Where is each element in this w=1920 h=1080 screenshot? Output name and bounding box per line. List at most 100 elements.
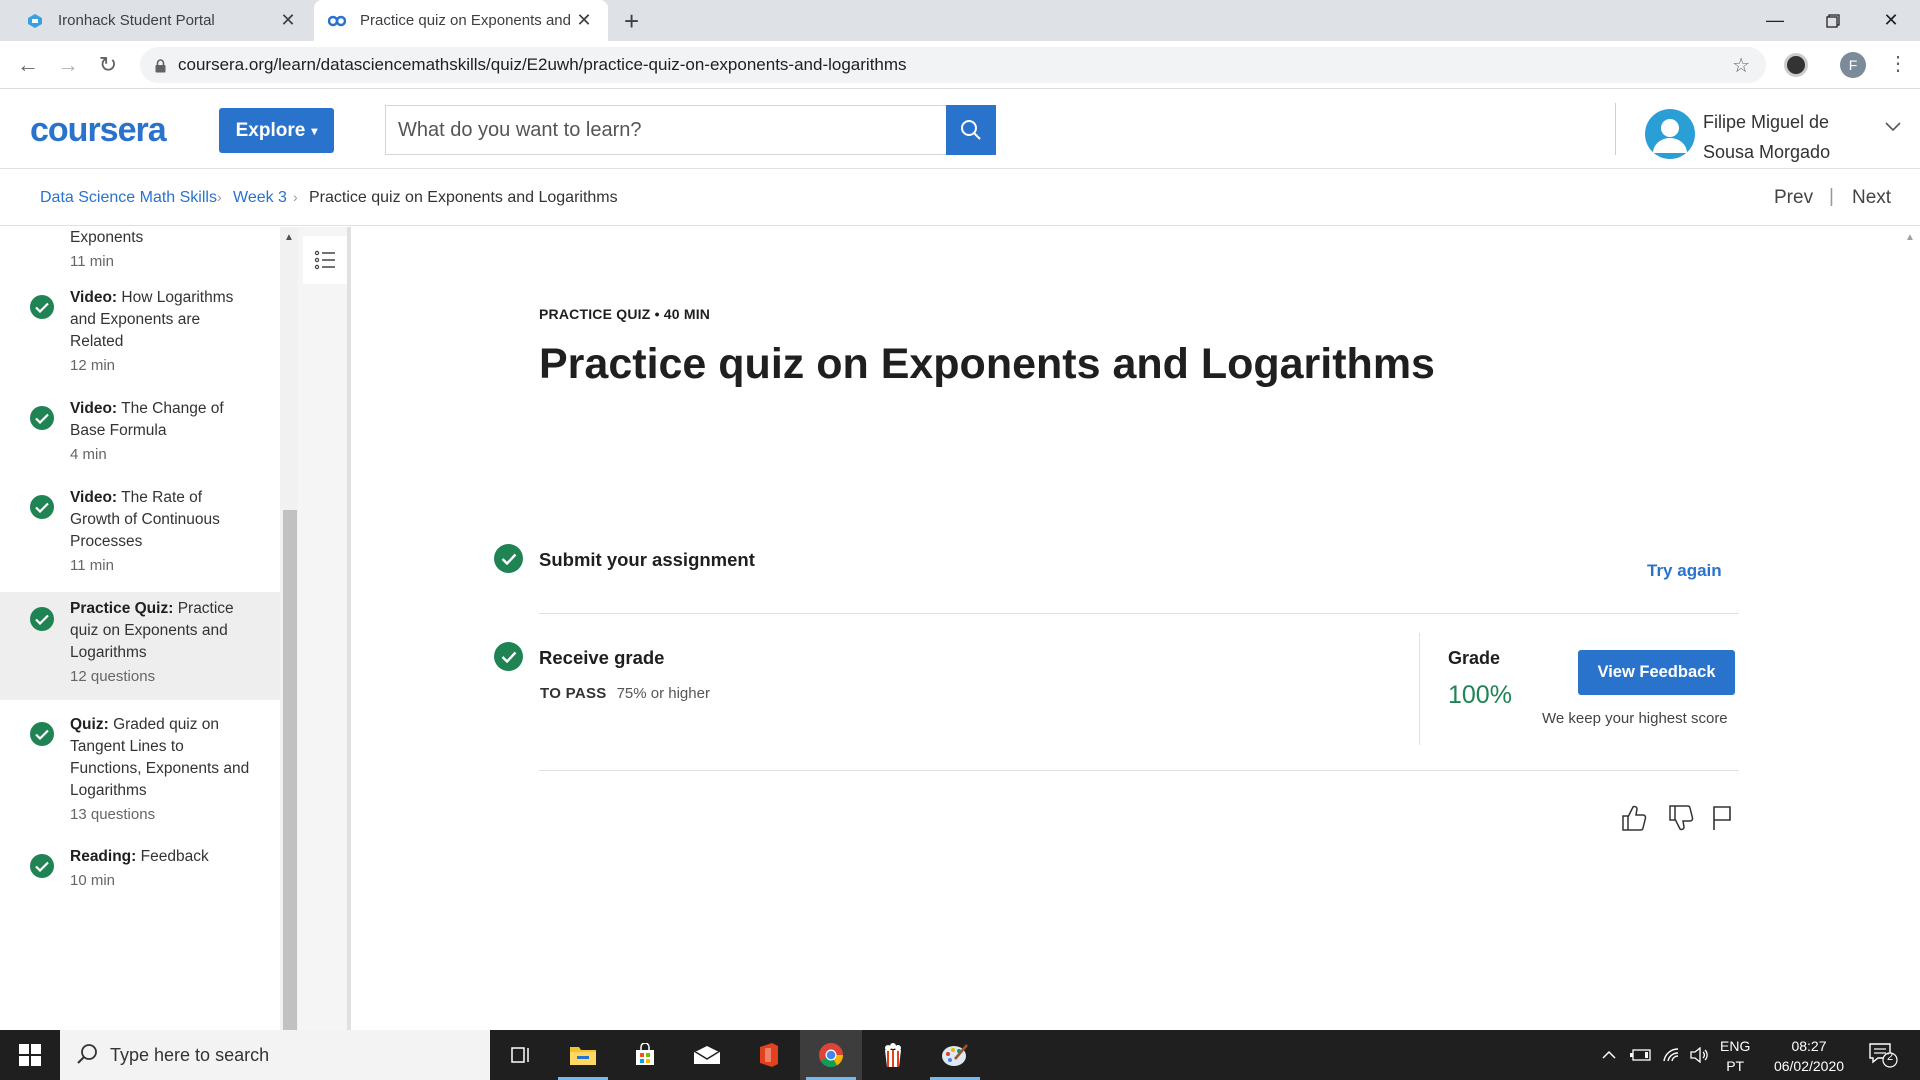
back-icon[interactable]: ←: [14, 51, 42, 79]
sidebar-item-video-base[interactable]: Video: The Change of Base Formula 4 min: [0, 398, 280, 476]
check-icon: [494, 544, 523, 573]
explore-button[interactable]: Explore ▾: [219, 108, 334, 153]
close-tab-icon[interactable]: ✕: [278, 10, 298, 31]
clock-date: 06/02/2020: [1773, 1058, 1845, 1074]
user-avatar[interactable]: [1645, 109, 1695, 159]
volume-icon[interactable]: [1690, 1030, 1710, 1080]
tab-coursera[interactable]: Practice quiz on Exponents and L ✕: [314, 0, 608, 41]
flag-icon[interactable]: [1712, 804, 1732, 837]
forward-icon[interactable]: →: [54, 51, 82, 79]
page-title: Practice quiz on Exponents and Logarithm…: [539, 340, 1435, 388]
new-tab-button[interactable]: +: [624, 6, 639, 37]
paint-icon[interactable]: [924, 1030, 986, 1080]
grade-divider: [1419, 633, 1420, 745]
coursera-logo[interactable]: coursera: [30, 111, 167, 150]
restore-icon[interactable]: [1804, 0, 1862, 41]
tab-ironhack[interactable]: Ironhack Student Portal ✕: [12, 0, 312, 41]
thumbs-down-icon[interactable]: [1668, 804, 1694, 837]
explore-label: Explore: [235, 119, 306, 141]
close-window-icon[interactable]: ✕: [1862, 0, 1920, 41]
prev-link[interactable]: Prev: [1774, 187, 1813, 209]
toc-column: [298, 227, 351, 1030]
sidebar-item-type: Video:: [70, 489, 118, 506]
browser-menu-icon[interactable]: ⋮: [1888, 51, 1908, 76]
sidebar-item-video-growth[interactable]: Video: The Rate of Growth of Continuous …: [0, 487, 280, 587]
windows-start-icon[interactable]: [0, 1030, 60, 1080]
profile-avatar[interactable]: F: [1840, 52, 1866, 78]
divider: [539, 613, 1739, 614]
sidebar-item-reading[interactable]: Reading: Feedback 10 min: [0, 846, 280, 906]
highest-score-note: We keep your highest score: [1542, 710, 1728, 727]
url-text: coursera.org/learn/datasciencemathskills…: [178, 55, 907, 74]
lock-icon: [155, 58, 166, 78]
search-input[interactable]: What do you want to learn?: [385, 105, 947, 155]
sidebar-scrollbar-thumb[interactable]: [283, 510, 297, 1030]
scroll-up-arrow-icon[interactable]: ▲: [1905, 232, 1915, 243]
sidebar-item-graded-quiz[interactable]: Quiz: Graded quiz on Tangent Lines to Fu…: [0, 714, 280, 824]
extension-icon[interactable]: [1784, 53, 1808, 77]
sidebar-item-type: Practice Quiz:: [70, 600, 174, 617]
toc-toggle-button[interactable]: [303, 236, 347, 284]
sidebar-item-title: Feedback: [140, 848, 209, 865]
wifi-icon[interactable]: [1662, 1030, 1682, 1080]
scroll-up-arrow-icon[interactable]: ▲: [284, 232, 294, 243]
chevron-right-icon: ›: [293, 189, 298, 205]
task-view-icon[interactable]: [490, 1030, 552, 1080]
reload-icon[interactable]: ↻: [94, 51, 122, 79]
list-icon: [314, 250, 335, 270]
to-pass-label: TO PASS: [540, 685, 607, 702]
battery-icon[interactable]: [1630, 1030, 1652, 1080]
sidebar-item-type: Video:: [70, 289, 118, 306]
grade-value: 100%: [1448, 681, 1512, 709]
office-icon[interactable]: [738, 1030, 800, 1080]
page-scrollbar[interactable]: [1900, 227, 1920, 1030]
sidebar-item-duration: 12 min: [70, 357, 116, 374]
next-link[interactable]: Next: [1852, 187, 1891, 209]
sidebar-item-practice-quiz[interactable]: Practice Quiz: Practice quiz on Exponent…: [0, 592, 280, 700]
movies-icon[interactable]: [862, 1030, 924, 1080]
close-tab-icon[interactable]: ✕: [574, 10, 594, 31]
divider: [539, 770, 1739, 771]
grade-label: Grade: [1448, 648, 1501, 668]
prev-next-divider: |: [1829, 186, 1834, 207]
search-button[interactable]: [946, 105, 996, 155]
breadcrumb-week[interactable]: Week 3: [233, 189, 287, 207]
taskbar-search-input[interactable]: Type here to search: [60, 1030, 490, 1080]
sidebar-item-duration: 11 min: [70, 253, 114, 270]
chrome-icon[interactable]: [800, 1030, 862, 1080]
check-icon: [30, 607, 54, 631]
view-feedback-button[interactable]: View Feedback: [1578, 650, 1735, 695]
file-explorer-icon[interactable]: [552, 1030, 614, 1080]
url-field[interactable]: coursera.org/learn/datasciencemathskills…: [140, 47, 1766, 83]
receive-grade-title: Receive grade: [539, 647, 665, 668]
try-again-link[interactable]: Try again: [1647, 561, 1722, 581]
show-hidden-icons[interactable]: [1602, 1030, 1616, 1080]
sidebar-item-video-logs[interactable]: Video: How Logarithms and Exponents are …: [0, 287, 280, 387]
site-header: coursera Explore ▾ What do you want to l…: [0, 89, 1920, 169]
minimize-icon[interactable]: —: [1746, 0, 1804, 41]
check-icon: [30, 406, 54, 430]
sidebar-item-duration: 11 min: [70, 557, 114, 574]
check-icon: [494, 642, 523, 671]
lang-line1: ENG: [1720, 1038, 1751, 1054]
bookmark-star-icon[interactable]: ☆: [1732, 53, 1750, 78]
user-name[interactable]: Filipe Miguel de Sousa Morgado: [1703, 107, 1830, 167]
taskbar-clock[interactable]: 08:27 06/02/2020: [1766, 1036, 1852, 1076]
user-name-line2: Sousa Morgado: [1703, 142, 1831, 162]
sidebar-item-type: Video:: [70, 400, 118, 417]
lang-line2: PT: [1726, 1058, 1745, 1074]
input-language-indicator[interactable]: ENG PT: [1720, 1036, 1750, 1076]
breadcrumb-course[interactable]: Data Science Math Skills: [40, 189, 217, 207]
store-icon[interactable]: [614, 1030, 676, 1080]
browser-tab-bar: Ironhack Student Portal ✕ Practice quiz …: [0, 0, 1920, 41]
check-icon: [30, 854, 54, 878]
sidebar-item-partial[interactable]: Exponents 11 min: [0, 227, 280, 277]
thumbs-up-icon[interactable]: [1621, 804, 1647, 837]
user-name-line1: Filipe Miguel de: [1703, 112, 1830, 132]
notifications-icon[interactable]: 2: [1868, 1042, 1898, 1073]
mail-icon[interactable]: [676, 1030, 738, 1080]
search-icon: [76, 1043, 98, 1070]
tab-title: Ironhack Student Portal: [58, 12, 215, 29]
chevron-down-icon[interactable]: [1885, 119, 1901, 137]
search-icon: [961, 120, 981, 140]
